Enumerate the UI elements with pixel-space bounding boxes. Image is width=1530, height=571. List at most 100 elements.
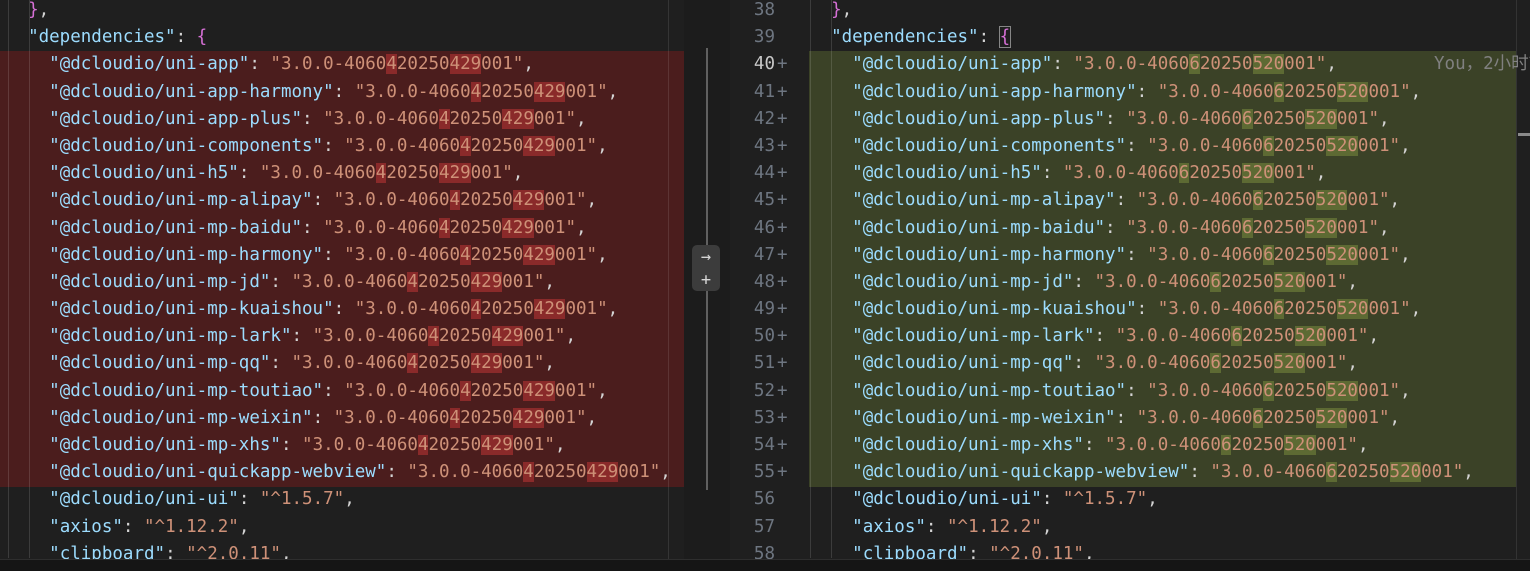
code-text: "@dcloudio/uni-h5": "3.0.0-4060420250429…	[0, 160, 684, 187]
json-value-token: "3.0.0-4060	[323, 218, 439, 238]
punctuation-token	[7, 489, 49, 509]
code-line-left[interactable]: "@dcloudio/uni-h5": "3.0.0-4060420250429…	[0, 160, 684, 188]
code-line-left[interactable]: "@dcloudio/uni-mp-qq": "3.0.0-4060420250…	[0, 350, 684, 378]
json-value-token: 001"	[513, 435, 555, 455]
code-line-right[interactable]: 39 "dependencies": {	[730, 24, 1530, 52]
punctuation-token: ,	[608, 299, 619, 319]
punctuation-token: :	[323, 245, 344, 265]
punctuation-token: ,	[565, 326, 576, 346]
code-line-right[interactable]: 57 "axios": "^1.12.2",	[730, 514, 1530, 542]
json-value-token: 001"	[544, 190, 586, 210]
json-value-token: "3.0.0-4060	[313, 326, 429, 346]
punctuation-token: :	[176, 27, 197, 47]
vertical-scrollbar[interactable]	[1516, 0, 1530, 571]
punctuation-token: :	[1042, 163, 1063, 183]
json-value-token: 20250	[428, 435, 481, 455]
json-value-token: 4	[407, 272, 418, 292]
code-text: "@dcloudio/uni-mp-qq": "3.0.0-4060620250…	[730, 350, 1530, 377]
code-line-left[interactable]: "@dcloudio/uni-mp-baidu": "3.0.0-4060420…	[0, 215, 684, 243]
modified-pane[interactable]: 38 },39 "dependencies": {40+You，2小时前 "@d…	[730, 0, 1530, 571]
code-line-left[interactable]: "@dcloudio/uni-ui": "^1.5.7",	[0, 486, 684, 514]
json-key-token: "@dcloudio/uni-mp-lark"	[852, 326, 1094, 346]
original-pane[interactable]: }, "dependencies": { "@dcloudio/uni-app"…	[0, 0, 684, 571]
code-line-right[interactable]: 46+ "@dcloudio/uni-mp-baidu": "3.0.0-406…	[730, 215, 1530, 243]
code-line-left[interactable]: "@dcloudio/uni-mp-xhs": "3.0.0-406042025…	[0, 432, 684, 460]
json-key-token: "@dcloudio/uni-mp-qq"	[49, 353, 270, 373]
punctuation-token	[810, 109, 852, 129]
json-value-token: 6	[1179, 163, 1190, 183]
code-line-right[interactable]: 54+ "@dcloudio/uni-mp-xhs": "3.0.0-40606…	[730, 432, 1530, 460]
code-line-right[interactable]: 48+ "@dcloudio/uni-mp-jd": "3.0.0-406062…	[730, 269, 1530, 297]
code-line-right[interactable]: 44+ "@dcloudio/uni-h5": "3.0.0-406062025…	[730, 160, 1530, 188]
json-key-token: "@dcloudio/uni-mp-lark"	[49, 326, 291, 346]
code-line-right[interactable]: 38 },	[730, 0, 1530, 25]
code-line-right[interactable]: 49+ "@dcloudio/uni-mp-kuaishou": "3.0.0-…	[730, 296, 1530, 324]
code-line-left[interactable]: "@dcloudio/uni-app": "3.0.0-406042025042…	[0, 51, 684, 79]
json-value-token: 429	[587, 462, 619, 482]
punctuation-token	[810, 517, 852, 537]
code-line-left[interactable]: "@dcloudio/uni-mp-lark": "3.0.0-40604202…	[0, 323, 684, 351]
code-text: "@dcloudio/uni-ui": "^1.5.7",	[730, 486, 1530, 513]
code-line-left[interactable]: "@dcloudio/uni-mp-harmony": "3.0.0-40604…	[0, 242, 684, 270]
code-line-left[interactable]: },	[0, 0, 684, 25]
code-line-left[interactable]: "@dcloudio/uni-mp-kuaishou": "3.0.0-4060…	[0, 296, 684, 324]
code-line-left[interactable]: "@dcloudio/uni-mp-weixin": "3.0.0-406042…	[0, 405, 684, 433]
code-line-right[interactable]: 53+ "@dcloudio/uni-mp-weixin": "3.0.0-40…	[730, 405, 1530, 433]
punctuation-token: :	[334, 299, 355, 319]
code-line-right[interactable]: 41+ "@dcloudio/uni-app-harmony": "3.0.0-…	[730, 79, 1530, 107]
code-text: "@dcloudio/uni-app": "3.0.0-406042025042…	[0, 51, 684, 78]
json-value-token: 6	[1210, 353, 1221, 373]
json-value-token: 4	[450, 190, 461, 210]
code-line-right[interactable]: 43+ "@dcloudio/uni-components": "3.0.0-4…	[730, 133, 1530, 161]
punctuation-token	[810, 326, 852, 346]
code-line-right[interactable]: 45+ "@dcloudio/uni-mp-alipay": "3.0.0-40…	[730, 187, 1530, 215]
code-line-right[interactable]: 55+ "@dcloudio/uni-quickapp-webview": "3…	[730, 459, 1530, 487]
code-line-right[interactable]: 52+ "@dcloudio/uni-mp-toutiao": "3.0.0-4…	[730, 378, 1530, 406]
code-text: "@dcloudio/uni-mp-baidu": "3.0.0-4060620…	[730, 215, 1530, 242]
code-line-left[interactable]: "@dcloudio/uni-mp-toutiao": "3.0.0-40604…	[0, 378, 684, 406]
json-value-token: 429	[534, 82, 566, 102]
code-line-left[interactable]: "@dcloudio/uni-app-harmony": "3.0.0-4060…	[0, 79, 684, 107]
code-text: "@dcloudio/uni-ui": "^1.5.7",	[0, 486, 684, 513]
revert-change-arrow-button[interactable]: →	[692, 246, 720, 268]
code-line-right[interactable]: 50+ "@dcloudio/uni-mp-lark": "3.0.0-4060…	[730, 323, 1530, 351]
punctuation-token: ,	[1411, 82, 1422, 102]
code-line-right[interactable]: 40+You，2小时前 "@dcloudio/uni-app": "3.0.0-…	[730, 51, 1530, 79]
horizontal-scrollbar-track[interactable]	[0, 559, 1530, 571]
code-line-left[interactable]: "@dcloudio/uni-mp-jd": "3.0.0-4060420250…	[0, 269, 684, 297]
code-text: "@dcloudio/uni-app-harmony": "3.0.0-4060…	[730, 79, 1530, 106]
code-line-left[interactable]: "axios": "^1.12.2",	[0, 514, 684, 542]
code-line-left[interactable]: "dependencies": {	[0, 24, 684, 52]
punctuation-token	[810, 0, 831, 20]
json-value-token: 6	[1231, 326, 1242, 346]
code-line-left[interactable]: "@dcloudio/uni-quickapp-webview": "3.0.0…	[0, 459, 684, 487]
code-line-right[interactable]: 51+ "@dcloudio/uni-mp-qq": "3.0.0-406062…	[730, 350, 1530, 378]
json-value-token: "3.0.0-4060	[344, 381, 460, 401]
code-line-right[interactable]: 47+ "@dcloudio/uni-mp-harmony": "3.0.0-4…	[730, 242, 1530, 270]
json-key-token: "@dcloudio/uni-mp-kuaishou"	[852, 299, 1136, 319]
punctuation-token: :	[313, 408, 334, 428]
code-line-left[interactable]: "@dcloudio/uni-app-plus": "3.0.0-4060420…	[0, 106, 684, 134]
punctuation-token: ,	[1379, 109, 1390, 129]
code-line-right[interactable]: 42+ "@dcloudio/uni-app-plus": "3.0.0-406…	[730, 106, 1530, 134]
punctuation-token	[810, 353, 852, 373]
stage-change-plus-button[interactable]: +	[692, 269, 720, 291]
punctuation-token: :	[1126, 245, 1147, 265]
punctuation-token	[7, 381, 49, 401]
json-value-token: 6	[1242, 109, 1253, 129]
code-line-left[interactable]: "@dcloudio/uni-mp-alipay": "3.0.0-406042…	[0, 187, 684, 215]
json-value-token: 4	[523, 462, 534, 482]
code-line-left[interactable]: "@dcloudio/uni-components": "3.0.0-40604…	[0, 133, 684, 161]
punctuation-token: :	[926, 517, 947, 537]
arrow-right-icon: →	[701, 247, 711, 267]
punctuation-token: :	[1116, 190, 1137, 210]
punctuation-token	[810, 272, 852, 292]
punctuation-token: :	[1084, 435, 1105, 455]
punctuation-token: :	[1126, 136, 1147, 156]
json-value-token: 20250	[1200, 54, 1253, 74]
punctuation-token: ,	[555, 435, 566, 455]
json-value-token: "3.0.0-4060	[1095, 353, 1211, 373]
code-line-right[interactable]: 56 "@dcloudio/uni-ui": "^1.5.7",	[730, 486, 1530, 514]
punctuation-token: ,	[660, 462, 671, 482]
diff-sash[interactable]: → +	[684, 0, 730, 571]
